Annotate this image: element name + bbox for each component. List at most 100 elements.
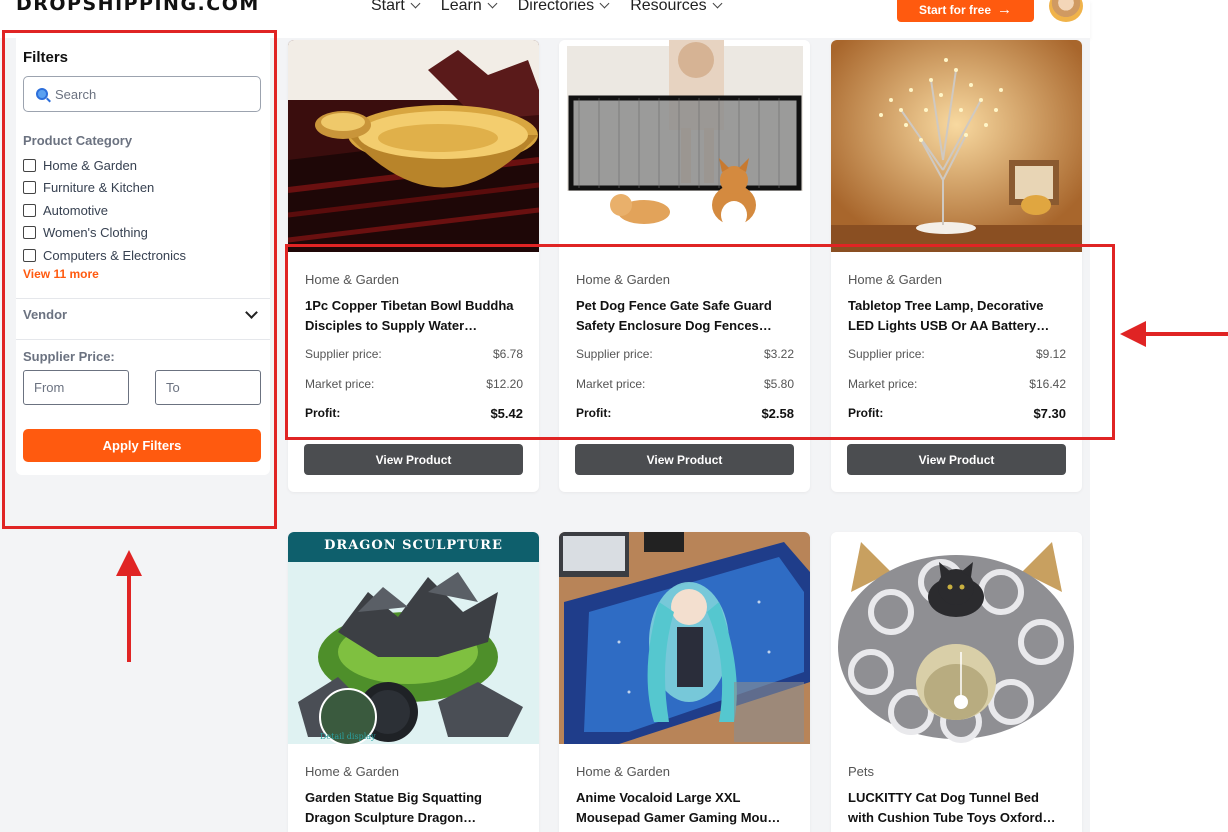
product-card[interactable]: Home & Garden Anime Vocaloid Large XXL Mo…: [559, 532, 810, 832]
checkbox[interactable]: [23, 181, 36, 195]
product-card[interactable]: Pets LUCKITTY Cat Dog Tunnel Bed with Cus…: [831, 532, 1082, 832]
site-logo[interactable]: DROPSHIPPING.COM: [16, 0, 260, 15]
product-card[interactable]: Home & Garden Pet Dog Fence Gate Safe Gu…: [559, 40, 810, 492]
product-card[interactable]: Home & Garden Tabletop Tree Lamp, Decora…: [831, 40, 1082, 492]
product-title[interactable]: 1Pc Copper Tibetan Bowl Buddha Disciples …: [305, 296, 527, 336]
category-automotive[interactable]: Automotive: [23, 199, 186, 222]
main-nav: Start Learn Directories Resources: [371, 0, 723, 15]
divider: [16, 339, 270, 340]
image-caption-text: Detail display: [320, 732, 376, 741]
chevron-down-icon: [487, 0, 498, 8]
category-label: Computers & Electronics: [43, 247, 187, 263]
supplier-price-row: Supplier price: $3.22: [576, 347, 794, 361]
category-computers-electronics[interactable]: Computers & Electronics: [23, 244, 186, 267]
product-image[interactable]: [831, 532, 1082, 744]
supplier-price-row: Supplier price: $9.12: [848, 347, 1066, 361]
market-price-value: $5.80: [763, 377, 794, 391]
product-image[interactable]: [831, 40, 1082, 252]
supplier-price-label: Supplier price:: [305, 347, 382, 361]
checkbox[interactable]: [23, 248, 36, 262]
product-image[interactable]: [559, 532, 810, 744]
product-image[interactable]: DRAGON SCULPTURE Detail display: [288, 532, 539, 744]
profit-label: Profit:: [305, 406, 341, 420]
profit-value: $7.30: [1033, 406, 1066, 421]
market-price-label: Market price:: [848, 377, 918, 391]
profit-value: $5.42: [490, 406, 523, 421]
nav-directories[interactable]: Directories: [518, 0, 610, 15]
profit-row: Profit: $7.30: [848, 406, 1066, 421]
price-to-input[interactable]: [155, 370, 261, 405]
product-card[interactable]: DRAGON SCULPTURE Detail display Home & G…: [288, 532, 539, 832]
profit-label: Profit:: [848, 406, 884, 420]
title-line: Anime Vocaloid Large XXL: [576, 790, 741, 805]
category-furniture-kitchen[interactable]: Furniture & Kitchen: [23, 177, 186, 200]
category-label: Women's Clothing: [43, 225, 148, 241]
product-title[interactable]: Pet Dog Fence Gate Safe Guard Safety Encl…: [576, 296, 798, 336]
category-label: Furniture & Kitchen: [43, 180, 155, 196]
view-product-button[interactable]: View Product: [575, 444, 794, 475]
product-category: Home & Garden: [305, 764, 399, 779]
market-price-row: Market price: $12.20: [305, 377, 523, 391]
checkbox[interactable]: [23, 203, 36, 217]
supplier-price-label: Supplier price:: [576, 347, 653, 361]
profit-row: Profit: $5.42: [305, 406, 523, 421]
category-womens-clothing[interactable]: Women's Clothing: [23, 222, 186, 245]
view-product-button[interactable]: View Product: [847, 444, 1066, 475]
title-line: Dragon Sculpture Dragon…: [305, 810, 477, 825]
title-line: 1Pc Copper Tibetan Bowl Buddha: [305, 298, 514, 313]
title-line: Tabletop Tree Lamp, Decorative: [848, 298, 1044, 313]
product-title[interactable]: Tabletop Tree Lamp, Decorative LED Lights…: [848, 296, 1070, 336]
nav-resources-label: Resources: [630, 0, 707, 14]
market-price-value: $16.42: [1029, 377, 1066, 391]
search-box[interactable]: [23, 76, 261, 112]
product-card[interactable]: Home & Garden 1Pc Copper Tibetan Bowl Bu…: [288, 40, 539, 492]
search-input[interactable]: [55, 86, 245, 102]
supplier-price-value: $6.78: [492, 347, 523, 361]
nav-resources[interactable]: Resources: [630, 0, 723, 15]
category-label: Home & Garden: [43, 157, 137, 173]
view-product-button[interactable]: View Product: [304, 444, 523, 475]
profit-row: Profit: $2.58: [576, 406, 794, 421]
title-line: LED Lights USB Or AA Battery…: [848, 318, 1050, 333]
checkbox[interactable]: [23, 158, 36, 172]
category-list: Home & Garden Furniture & Kitchen Automo…: [23, 154, 186, 267]
chevron-down-icon: [245, 305, 258, 319]
title-line: Disciples to Supply Water…: [305, 318, 478, 333]
title-line: with Cushion Tube Toys Oxford…: [848, 810, 1056, 825]
chevron-down-icon: [712, 0, 723, 8]
supplier-price-label: Supplier price:: [848, 347, 925, 361]
nav-learn[interactable]: Learn: [440, 0, 498, 15]
profit-label: Profit:: [576, 406, 612, 420]
product-title[interactable]: Garden Statue Big Squatting Dragon Sculpt…: [305, 788, 527, 828]
product-title[interactable]: LUCKITTY Cat Dog Tunnel Bed with Cushion …: [848, 788, 1070, 828]
annotation-arrow-left-shaft: [1143, 332, 1228, 336]
apply-filters-button[interactable]: Apply Filters: [23, 429, 261, 462]
market-price-row: Market price: $5.80: [576, 377, 794, 391]
search-icon: [36, 88, 48, 100]
supplier-price-value: $9.12: [1035, 347, 1066, 361]
market-price-label: Market price:: [576, 377, 646, 391]
vendor-dropdown[interactable]: Vendor: [23, 300, 261, 330]
top-header: DROPSHIPPING.COM Start Learn Directories…: [0, 0, 1090, 38]
title-line: Mousepad Gamer Gaming Mou…: [576, 810, 781, 825]
product-category: Pets: [848, 764, 875, 779]
nav-start[interactable]: Start: [371, 0, 421, 15]
category-home-garden[interactable]: Home & Garden: [23, 154, 186, 177]
product-category: Home & Garden: [576, 764, 670, 779]
product-category-title: Product Category: [23, 133, 133, 148]
product-image[interactable]: [288, 40, 539, 252]
product-title[interactable]: Anime Vocaloid Large XXL Mousepad Gamer G…: [576, 788, 798, 828]
nav-learn-label: Learn: [440, 0, 482, 14]
market-price-label: Market price:: [305, 377, 375, 391]
product-image[interactable]: [559, 40, 810, 252]
product-category: Home & Garden: [576, 272, 670, 287]
annotation-arrow-up-shaft: [127, 572, 131, 662]
start-for-free-button[interactable]: Start for free →: [897, 0, 1034, 22]
profit-value: $2.58: [761, 406, 794, 421]
view-more-link[interactable]: View 11 more: [23, 267, 99, 281]
checkbox[interactable]: [23, 226, 36, 240]
supplier-price-value: $3.22: [763, 347, 794, 361]
avatar[interactable]: [1049, 0, 1083, 22]
price-from-input[interactable]: [23, 370, 129, 405]
filters-sidebar: Filters Product Category Home & Garden F…: [16, 38, 270, 475]
